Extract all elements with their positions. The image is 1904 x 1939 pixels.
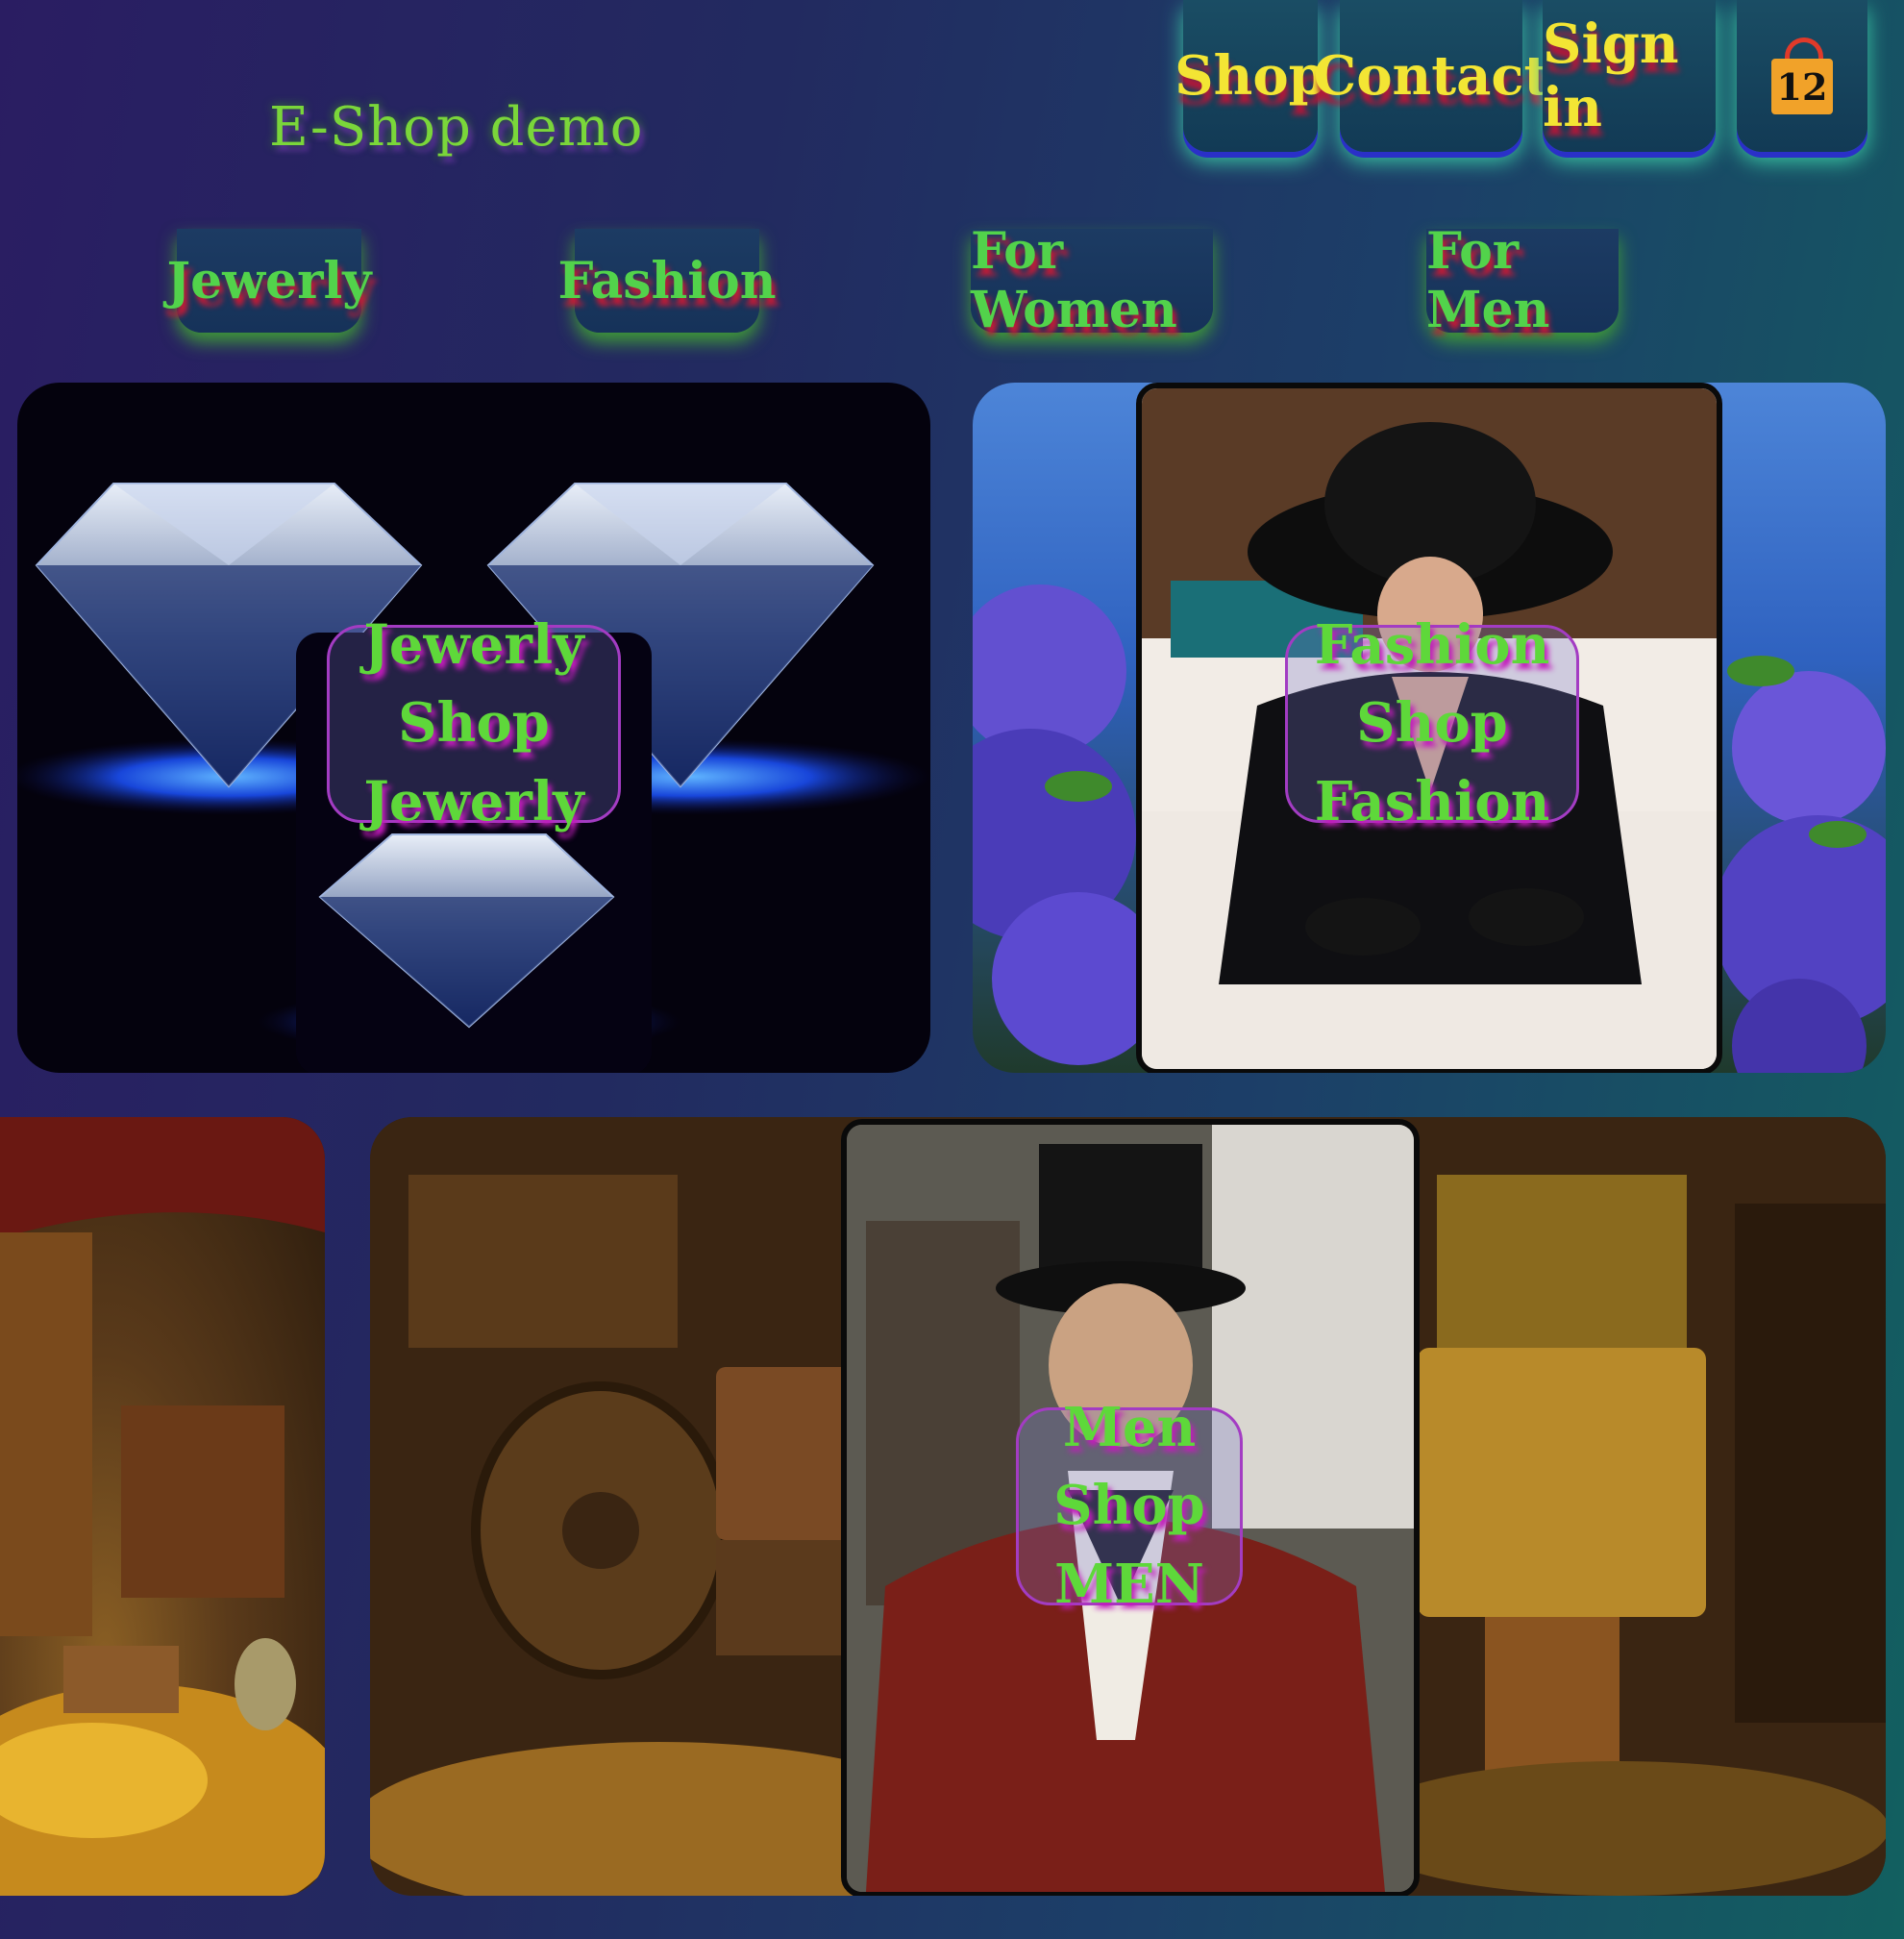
- category-women-button[interactable]: For Women: [971, 222, 1213, 339]
- jewelry-panel[interactable]: Jewerly Shop Jewerly: [17, 383, 930, 1073]
- shop-jewelry-link[interactable]: Shop Jewerly: [330, 684, 618, 840]
- nav-sign-in-button[interactable]: Sign in: [1543, 0, 1716, 152]
- shop-men-link[interactable]: Shop MEN: [1019, 1467, 1240, 1623]
- cart-count-badge: 12: [1776, 65, 1828, 109]
- shop-fashion-link[interactable]: Shop Fashion: [1288, 684, 1576, 840]
- treasure-room-panel: [0, 1117, 325, 1896]
- treasure-room-image: [0, 1117, 325, 1896]
- shopping-bag-icon: 12: [1768, 37, 1837, 114]
- men-panel-title: Men: [1062, 1396, 1197, 1460]
- nav-cart-button[interactable]: 12: [1737, 0, 1867, 152]
- category-men-button[interactable]: For Men: [1426, 222, 1619, 339]
- jewelry-overlay-card[interactable]: Jewerly Shop Jewerly: [327, 613, 621, 833]
- men-panel[interactable]: Men Shop MEN: [370, 1117, 1886, 1896]
- nav-contact-button[interactable]: Contact: [1314, 0, 1548, 152]
- nav-shop-button[interactable]: Shop: [1175, 0, 1326, 152]
- jewelry-panel-title: Jewerly: [363, 613, 584, 678]
- category-fashion-button[interactable]: Fashion: [557, 229, 777, 333]
- fashion-panel[interactable]: Fashion Shop Fashion: [973, 383, 1886, 1073]
- category-jewelry-button[interactable]: Jewerly: [167, 229, 371, 333]
- fashion-panel-title: Fashion: [1314, 613, 1550, 678]
- brand-title[interactable]: E-Shop demo: [269, 96, 643, 159]
- men-overlay-card[interactable]: Men Shop MEN: [1016, 1396, 1243, 1616]
- fashion-overlay-card[interactable]: Fashion Shop Fashion: [1285, 613, 1579, 833]
